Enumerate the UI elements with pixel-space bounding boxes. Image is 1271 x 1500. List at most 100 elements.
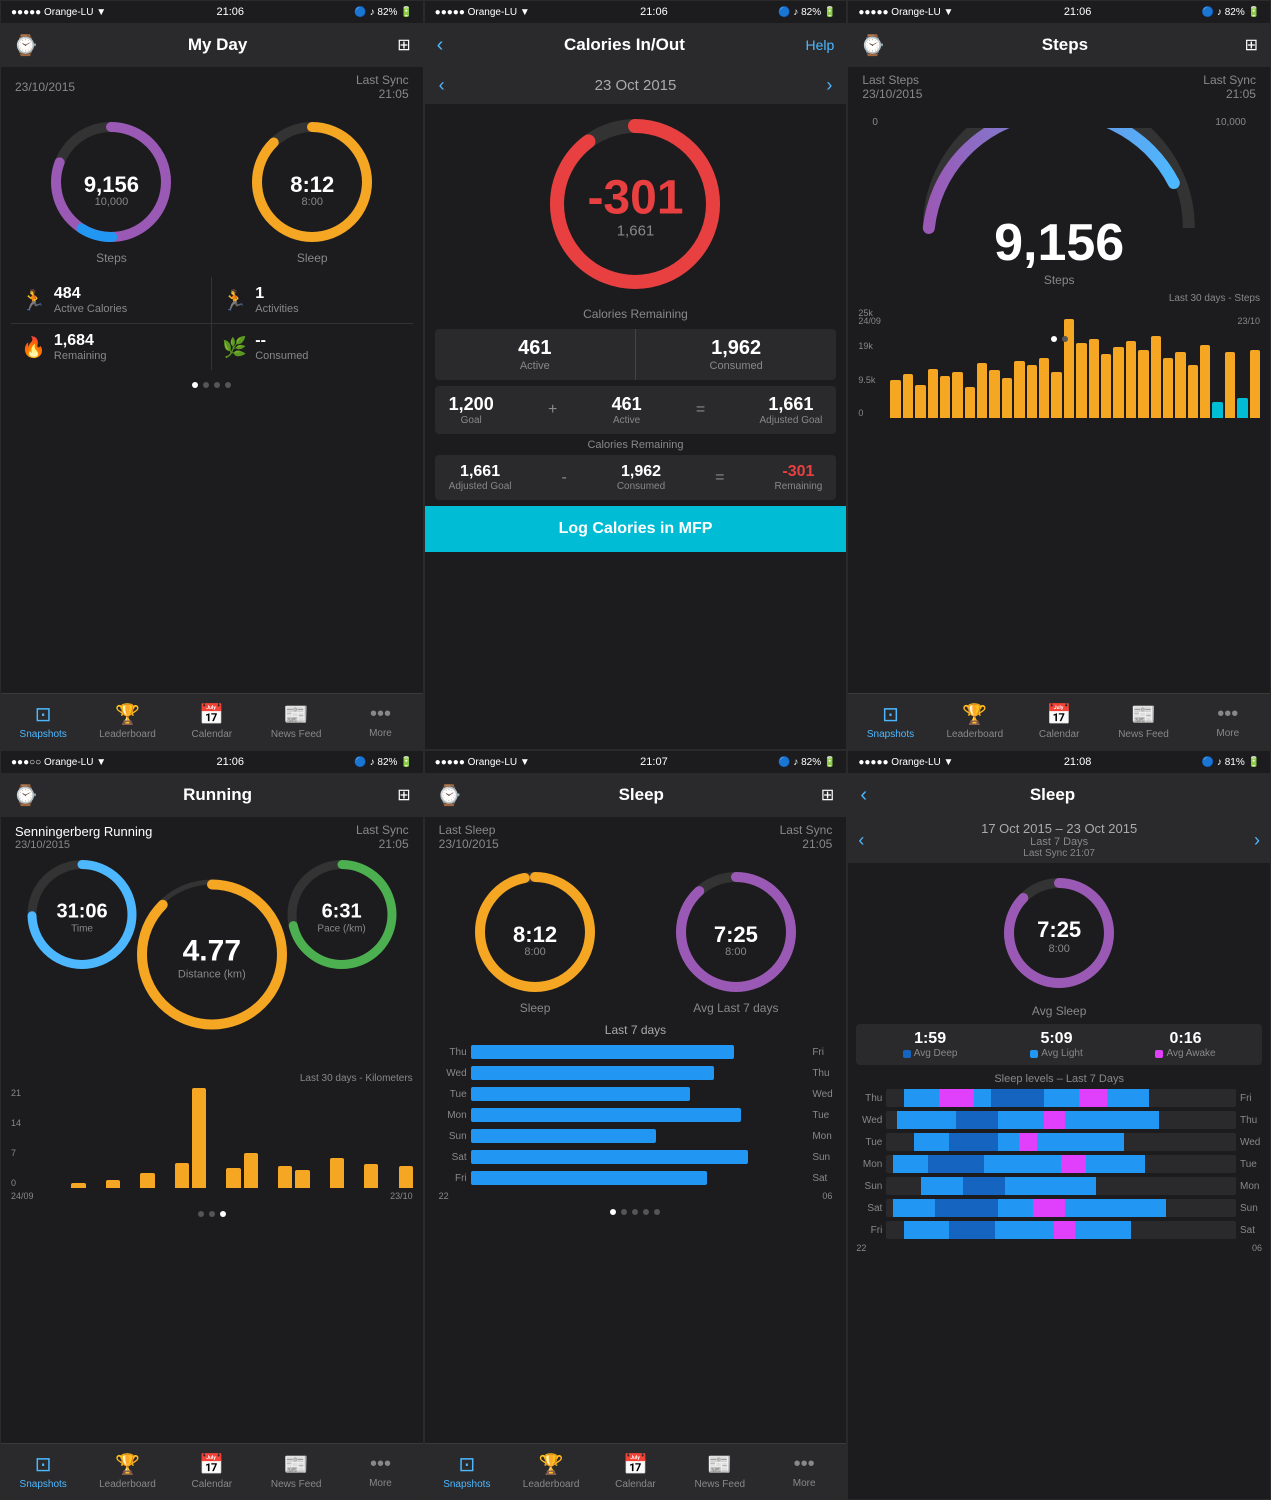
eq-consumed-val: 1,962 — [617, 463, 665, 481]
eq-adjusted-val: 1,661 — [449, 463, 512, 481]
nav-snapshots-5[interactable]: ⊡ Snapshots — [425, 1452, 509, 1490]
nav-leaderboard-3[interactable]: 🏆 Leaderboard — [933, 702, 1017, 740]
battery-6: 🔵 ♪ 81% 🔋 — [1202, 757, 1260, 768]
distance-inner: 4.77 Distance (km) — [178, 934, 246, 980]
formula-adjusted-val: 1,661 — [760, 394, 823, 415]
nav-newsfeed-1[interactable]: 📰 News Feed — [254, 702, 338, 740]
sleep-bar-wed: Wed Thu — [439, 1066, 833, 1080]
bar-mon — [471, 1108, 741, 1122]
run-time-label: Time — [57, 923, 108, 934]
snapshots-label-5: Snapshots — [443, 1479, 490, 1490]
content-sleep-detail: ‹ 17 Oct 2015 – 23 Oct 2015 Last 7 Days … — [848, 817, 1270, 1499]
grid-icon-5[interactable]: ⊞ — [821, 785, 834, 805]
run-y-21: 21 — [11, 1088, 33, 1098]
bar-label-thu: Thu — [439, 1047, 467, 1058]
sleep-detail-prev[interactable]: ‹ — [858, 830, 864, 851]
title-sleep: Sleep — [462, 785, 821, 805]
eq-adjusted: 1,661 Adjusted Goal — [449, 463, 512, 492]
consumed-label: Consumed — [255, 350, 308, 362]
grid-icon-4[interactable]: ⊞ — [397, 785, 410, 805]
bar-2 — [903, 374, 913, 418]
running-chart-title: Last 30 days - Kilometers — [11, 1073, 413, 1084]
back-arrow-2[interactable]: ‹ — [437, 34, 444, 57]
help-btn[interactable]: Help — [806, 37, 835, 53]
bar-16 — [1076, 343, 1086, 418]
back-arrow-6[interactable]: ‹ — [860, 784, 867, 807]
nav-newsfeed-4[interactable]: 📰 News Feed — [254, 1452, 338, 1490]
nav-leaderboard-1[interactable]: 🏆 Leaderboard — [85, 702, 169, 740]
bar-23 — [1163, 358, 1173, 419]
grid-icon-3[interactable]: ⊞ — [1245, 35, 1258, 55]
level-label-sun: Sun — [856, 1181, 882, 1192]
activities-label: Activities — [255, 303, 298, 315]
nav-more-4[interactable]: ••• More — [338, 1453, 422, 1489]
carrier-4: ●●●○○ Orange-LU ▼ — [11, 757, 106, 768]
nav-snapshots-3[interactable]: ⊡ Snapshots — [848, 702, 932, 740]
nav-calendar-5[interactable]: 📅 Calendar — [593, 1452, 677, 1490]
running-chart-body: 21 14 7 0 — [11, 1088, 413, 1188]
bar-8 — [977, 363, 987, 418]
calendar-label-5: Calendar — [615, 1479, 656, 1490]
sleep-bar-sat: Sat Sun — [439, 1150, 833, 1164]
awake-color — [1155, 1050, 1163, 1058]
sleep-chart-title: Last 7 days — [439, 1023, 833, 1037]
cal-next[interactable]: › — [826, 75, 832, 96]
carrier-2: ●●●●● Orange-LU ▼ — [435, 7, 530, 18]
level-label-sat: Sat — [856, 1203, 882, 1214]
nav-more-1[interactable]: ••• More — [338, 703, 422, 739]
nav-more-3[interactable]: ••• More — [1186, 703, 1270, 739]
nav-snapshots-1[interactable]: ⊡ Snapshots — [1, 702, 85, 740]
stat-remaining: 🔥 1,684 Remaining — [11, 324, 211, 370]
fitbit-icon-4: ⌚ — [13, 783, 38, 808]
cal-circle-wrap: -301 1,661 — [425, 104, 847, 303]
bar-22 — [1151, 336, 1161, 419]
remaining-value: 1,684 — [54, 332, 107, 350]
rbar-5 — [106, 1180, 120, 1188]
nav-newsfeed-3[interactable]: 📰 News Feed — [1101, 702, 1185, 740]
nav-calendar-1[interactable]: 📅 Calendar — [170, 702, 254, 740]
level-deep-sun — [963, 1177, 1005, 1195]
sub-header-5: Last Sleep23/10/2015 Last Sync21:05 — [425, 817, 847, 857]
log-calories-btn[interactable]: Log Calories in MFP — [425, 506, 847, 552]
period-label: Last 7 Days — [981, 836, 1137, 848]
nav-leaderboard-5[interactable]: 🏆 Leaderboard — [509, 1452, 593, 1490]
cal-prev[interactable]: ‹ — [439, 75, 445, 96]
newsfeed-label-1: News Feed — [271, 729, 322, 740]
deep-val: 1:59 — [903, 1030, 958, 1048]
sleep-detail-next[interactable]: › — [1254, 830, 1260, 851]
title-calories: Calories In/Out — [443, 35, 805, 55]
level-label-mon: Mon — [856, 1159, 882, 1170]
nav-newsfeed-5[interactable]: 📰 News Feed — [678, 1452, 762, 1490]
leaderboard-label-5: Leaderboard — [523, 1479, 580, 1490]
avg-sleep-circle: 7:25 8:00 — [999, 873, 1119, 998]
distance-label: Distance (km) — [178, 968, 246, 980]
grid-icon-1[interactable]: ⊞ — [397, 35, 410, 55]
nav-leaderboard-4[interactable]: 🏆 Leaderboard — [85, 1452, 169, 1490]
light-val: 5:09 — [1030, 1030, 1083, 1048]
rbar-3 — [71, 1183, 85, 1188]
bar-label-sat: Sat — [439, 1152, 467, 1163]
running-bar-chart: Last 30 days - Kilometers 21 14 7 0 — [1, 1067, 423, 1207]
sleep-stats-row: 1:59 Avg Deep 5:09 Avg Light 0:16 — [856, 1024, 1262, 1065]
bar-6 — [952, 372, 962, 418]
level-row-fri: Fri Sat — [856, 1221, 1262, 1239]
rbar-22 — [399, 1166, 413, 1188]
bar-wrap-thu — [471, 1045, 809, 1059]
nav-more-5[interactable]: ••• More — [762, 1453, 846, 1489]
bar-25 — [1188, 365, 1198, 418]
sleep1-label: Sleep — [520, 1001, 551, 1015]
nav-calendar-3[interactable]: 📅 Calendar — [1017, 702, 1101, 740]
bar-end-tue: Wed — [812, 1089, 832, 1100]
nav-calendar-4[interactable]: 📅 Calendar — [170, 1452, 254, 1490]
dot-5-5 — [654, 1209, 660, 1215]
newsfeed-icon-5: 📰 — [707, 1452, 732, 1477]
sleep-circle2: 7:25 8:00 Avg Last 7 days — [671, 867, 801, 1015]
panel-my-day: ●●●●● Orange-LU ▼ 21:06 🔵 ♪ 82% 🔋 ⌚ My D… — [0, 0, 424, 750]
time-6: 21:08 — [1064, 756, 1092, 768]
steps-sync: Last Sync21:05 — [1203, 73, 1256, 101]
formula-adjusted: 1,661 Adjusted Goal — [760, 394, 823, 426]
newsfeed-label-3: News Feed — [1118, 729, 1169, 740]
nav-snapshots-4[interactable]: ⊡ Snapshots — [1, 1452, 85, 1490]
header-sleep-detail: ‹ Sleep — [848, 773, 1270, 817]
active-cal-label: Active Calories — [54, 303, 127, 315]
